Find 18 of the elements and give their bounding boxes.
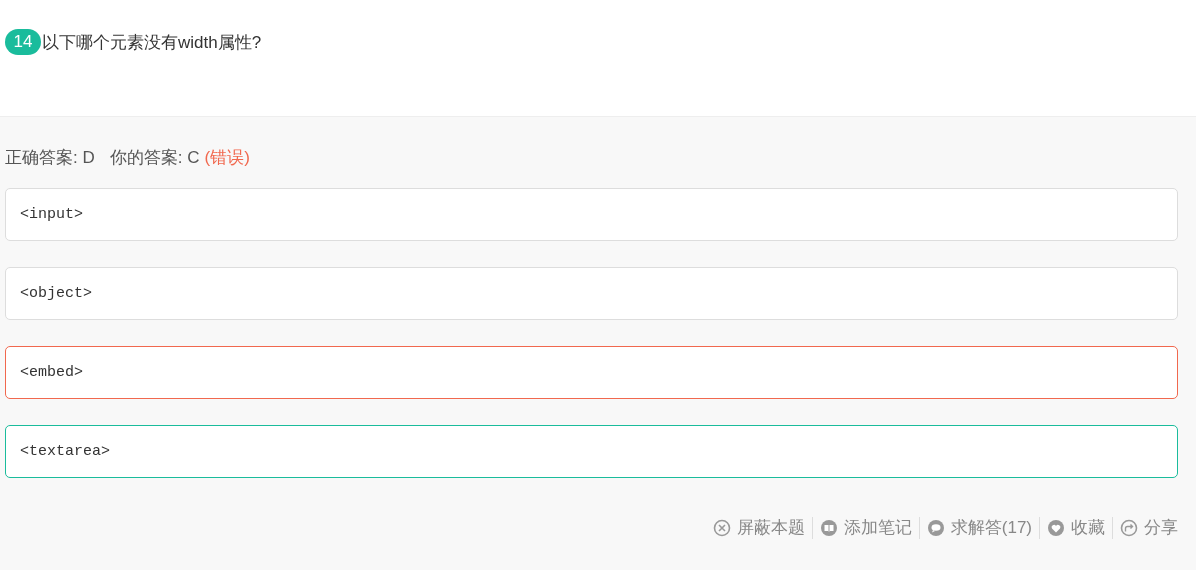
answer-option[interactable]: <object> bbox=[5, 267, 1178, 320]
correct-answer-text: 正确答案: D bbox=[5, 147, 95, 169]
action-link[interactable]: 求解答(17) bbox=[926, 516, 1032, 539]
question-text: 以下哪个元素没有width属性? bbox=[42, 31, 262, 54]
verdict-text: (错误) bbox=[204, 147, 250, 169]
your-answer-text: 你的答案: C bbox=[109, 147, 200, 169]
action-link[interactable]: 屏蔽本题 bbox=[712, 516, 805, 539]
speech-bubble-icon bbox=[926, 518, 945, 537]
action-link[interactable]: 收藏 bbox=[1047, 516, 1105, 539]
action-link[interactable]: 添加笔记 bbox=[819, 516, 912, 539]
answer-option[interactable]: <textarea> bbox=[5, 425, 1178, 478]
answer-option[interactable]: <input> bbox=[5, 188, 1178, 241]
answer-option[interactable]: <embed> bbox=[5, 346, 1178, 399]
book-icon bbox=[819, 518, 838, 537]
circle-x-icon bbox=[712, 518, 731, 537]
action-link[interactable]: 分享 bbox=[1120, 516, 1178, 539]
question-number-badge: 14 bbox=[5, 29, 41, 55]
share-icon bbox=[1120, 518, 1138, 537]
